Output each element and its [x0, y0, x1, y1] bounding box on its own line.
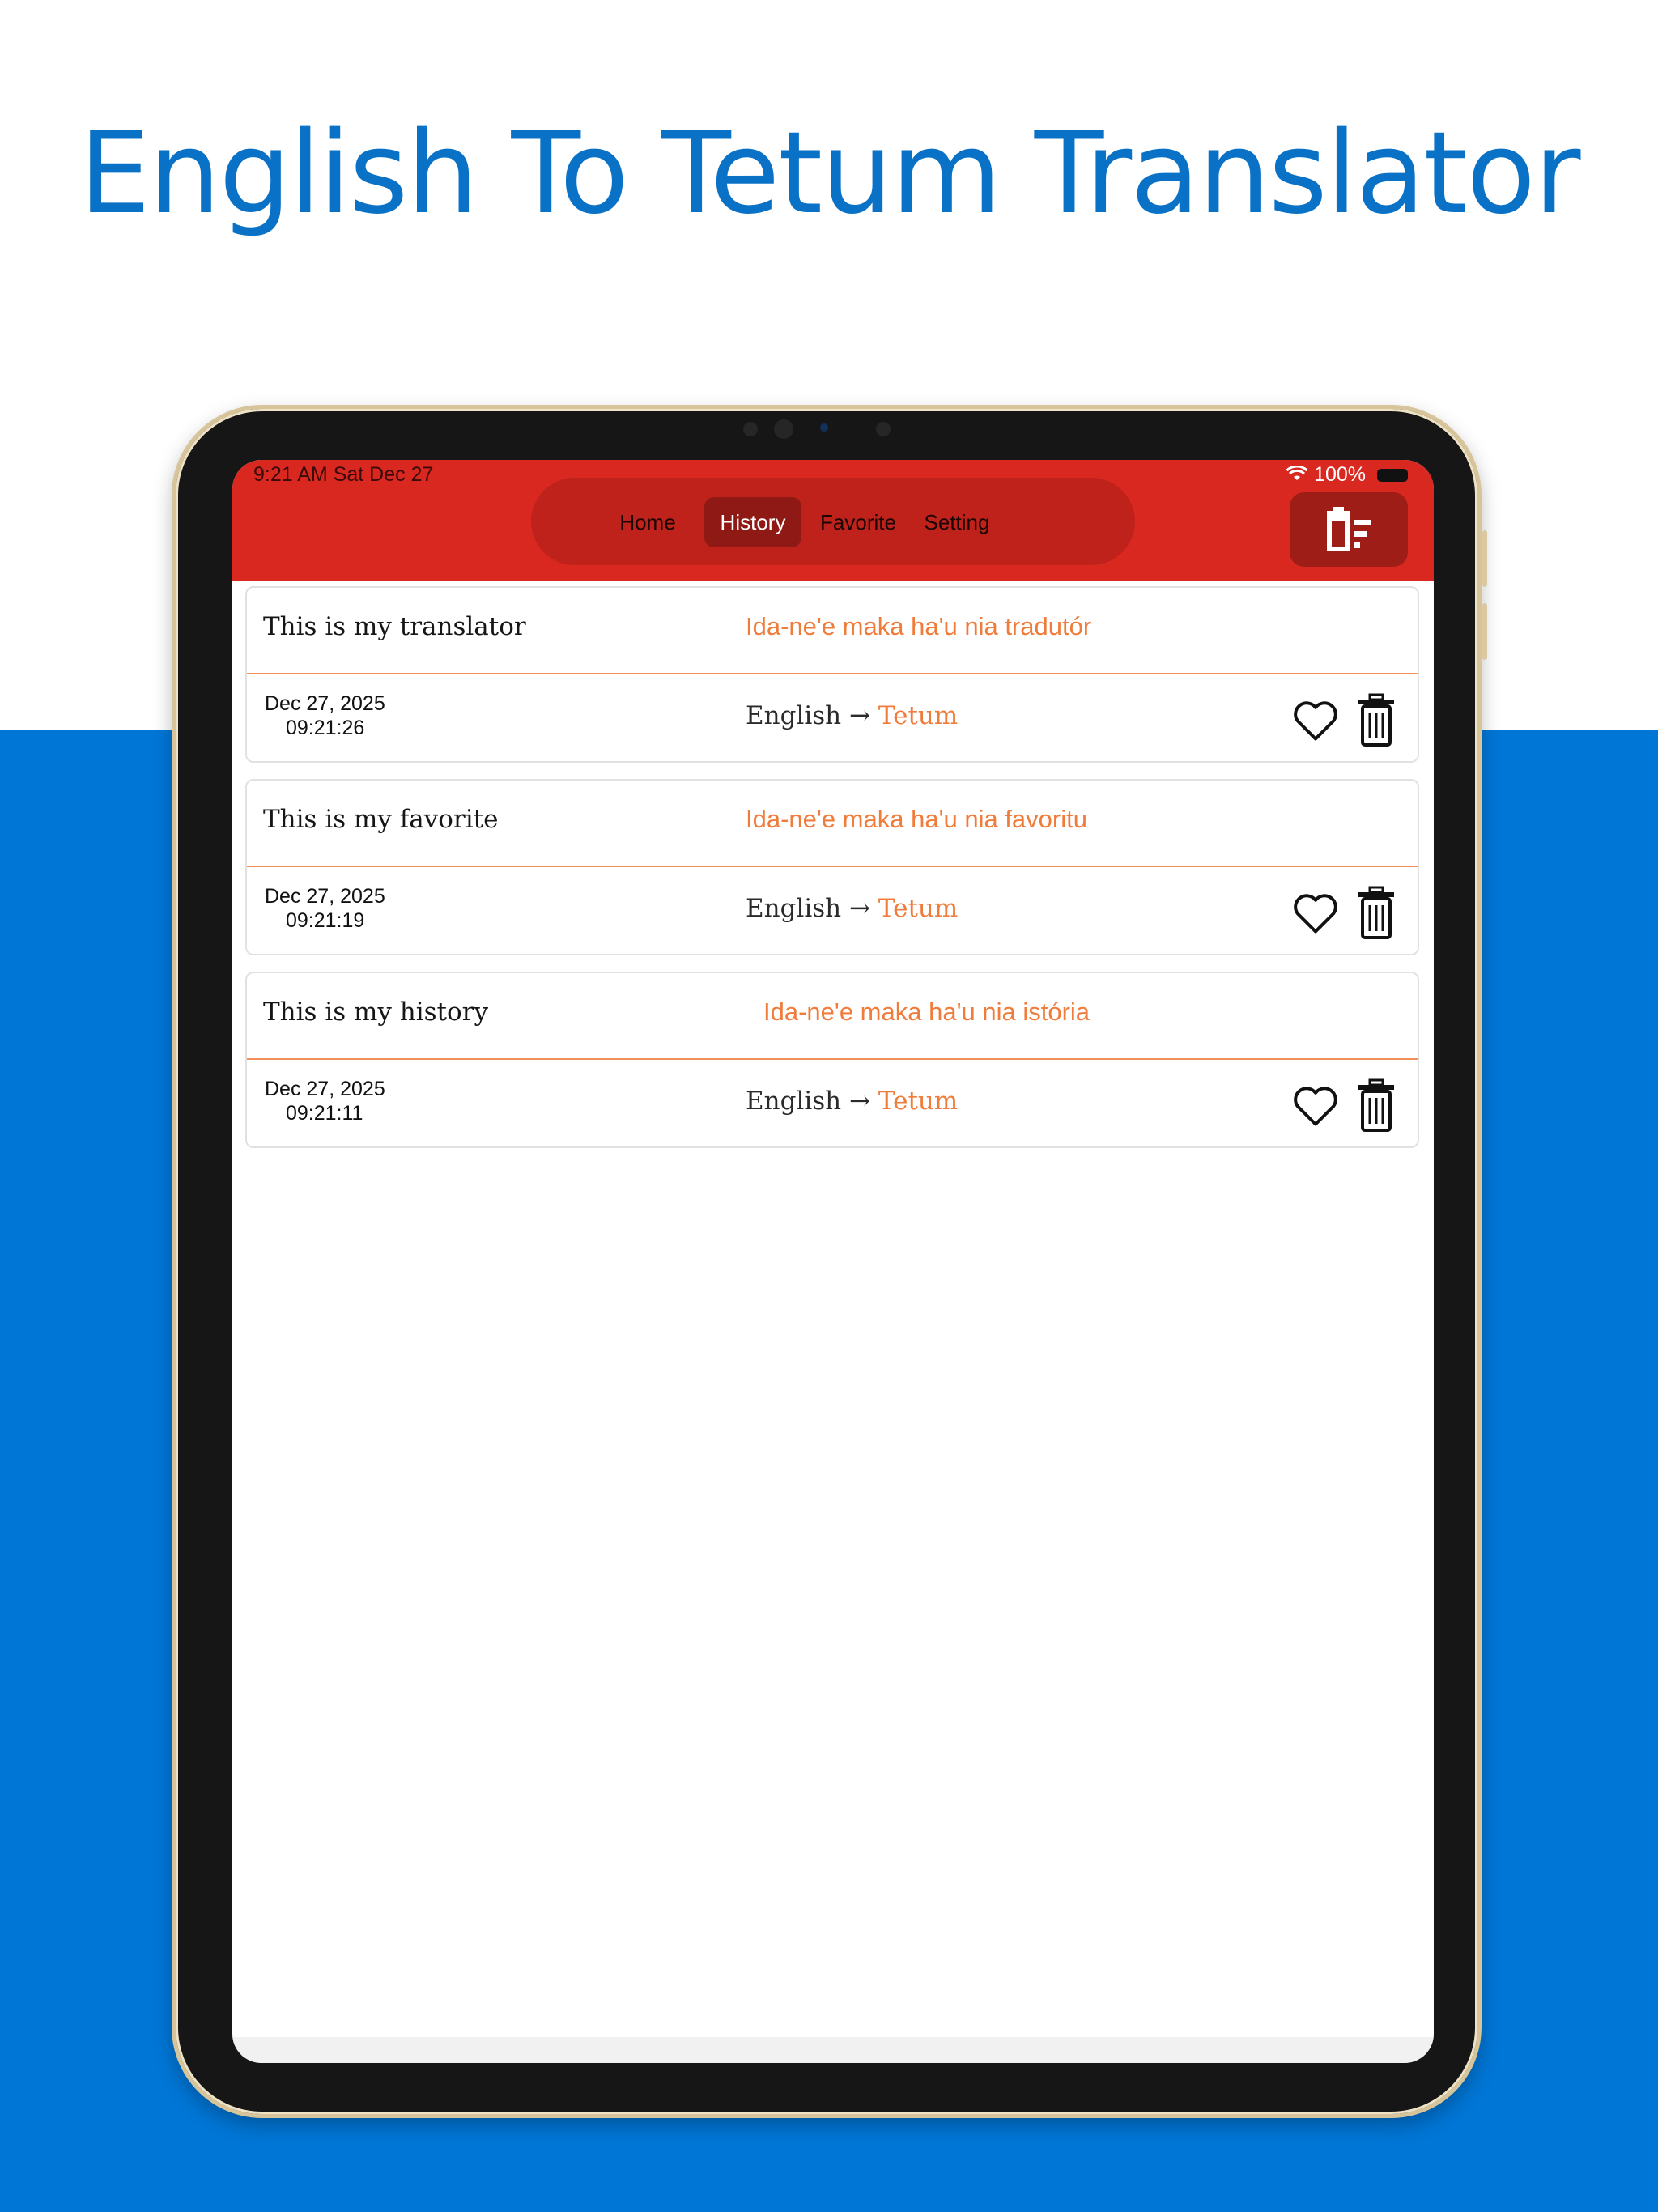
heart-outline-icon — [1294, 1087, 1337, 1126]
status-indicators: 100% — [1286, 463, 1408, 487]
timestamp: Dec 27, 2025 09:21:11 — [265, 1077, 385, 1125]
translated-text: Ida-ne'e maka ha'u nia favoritu — [746, 805, 1087, 833]
arrow: → — [849, 894, 870, 923]
history-card[interactable]: This is my translator Ida-ne'e maka ha'u… — [245, 586, 1419, 763]
date-text: Dec 27, 2025 — [265, 692, 385, 715]
source-text: This is my translator — [263, 612, 526, 641]
trash-icon — [1358, 1078, 1394, 1132]
arrow: → — [849, 1087, 870, 1116]
timestamp: Dec 27, 2025 09:21:19 — [265, 884, 385, 933]
app-screen: 9:21 AM Sat Dec 27 100% Home History Fav… — [232, 460, 1434, 2063]
language-pair: English → Tetum — [746, 701, 958, 730]
history-card[interactable]: This is my favorite Ida-ne'e maka ha'u n… — [245, 779, 1419, 955]
timestamp: Dec 27, 2025 09:21:26 — [265, 691, 385, 740]
date-text: Dec 27, 2025 — [265, 885, 385, 908]
sensor — [876, 422, 891, 436]
time-text: 09:21:26 — [286, 717, 365, 739]
to-language: Tetum — [878, 701, 959, 730]
status-time: 9:21 AM Sat Dec 27 — [253, 463, 434, 486]
divider — [247, 1058, 1418, 1060]
history-card[interactable]: This is my history Ida-ne'e maka ha'u ni… — [245, 972, 1419, 1148]
divider — [247, 866, 1418, 867]
date-text: Dec 27, 2025 — [265, 1078, 385, 1100]
divider — [247, 673, 1418, 674]
time-text: 09:21:11 — [286, 1102, 363, 1125]
source-text: This is my favorite — [263, 805, 499, 834]
battery-icon — [1377, 468, 1408, 482]
bottom-bar — [232, 2037, 1434, 2063]
trash-icon — [1358, 886, 1394, 939]
to-language: Tetum — [878, 894, 959, 923]
source-text: This is my history — [263, 998, 489, 1027]
favorite-button[interactable] — [1291, 889, 1340, 938]
volume-button — [1482, 530, 1487, 587]
favorite-button[interactable] — [1291, 1082, 1340, 1130]
heart-outline-icon — [1294, 894, 1337, 934]
delete-button[interactable] — [1356, 693, 1397, 747]
headline: English To Tetum Translator — [79, 108, 1580, 240]
translated-text: Ida-ne'e maka ha'u nia istória — [763, 998, 1090, 1026]
volume-button — [1482, 603, 1487, 660]
to-language: Tetum — [878, 1087, 959, 1116]
trash-list-icon — [1323, 502, 1375, 558]
tab-history[interactable]: History — [704, 497, 801, 547]
translated-text: Ida-ne'e maka ha'u nia tradutór — [746, 612, 1092, 640]
favorite-button[interactable] — [1291, 696, 1340, 745]
camera — [774, 419, 793, 439]
tablet-device: 9:21 AM Sat Dec 27 100% Home History Fav… — [172, 405, 1487, 2118]
tab-setting[interactable]: Setting — [912, 497, 1002, 547]
tab-switcher: Home History Favorite Setting — [531, 478, 1135, 565]
heart-outline-icon — [1294, 701, 1337, 741]
delete-button[interactable] — [1356, 1078, 1397, 1132]
wifi-icon — [1286, 464, 1308, 486]
delete-button[interactable] — [1356, 886, 1397, 939]
arrow: → — [849, 701, 870, 730]
battery-percent: 100% — [1314, 463, 1366, 486]
sensor — [743, 422, 758, 436]
language-pair: English → Tetum — [746, 1087, 958, 1116]
time-text: 09:21:19 — [286, 909, 365, 932]
from-language: English — [746, 701, 842, 730]
top-navigation-bar: 9:21 AM Sat Dec 27 100% Home History Fav… — [232, 460, 1434, 581]
trash-icon — [1358, 693, 1394, 747]
tab-favorite[interactable]: Favorite — [810, 497, 907, 547]
language-pair: English → Tetum — [746, 894, 958, 923]
camera-lens — [820, 423, 828, 432]
clear-history-button[interactable] — [1290, 492, 1408, 567]
from-language: English — [746, 894, 842, 923]
tab-home[interactable]: Home — [599, 497, 696, 547]
from-language: English — [746, 1087, 842, 1116]
